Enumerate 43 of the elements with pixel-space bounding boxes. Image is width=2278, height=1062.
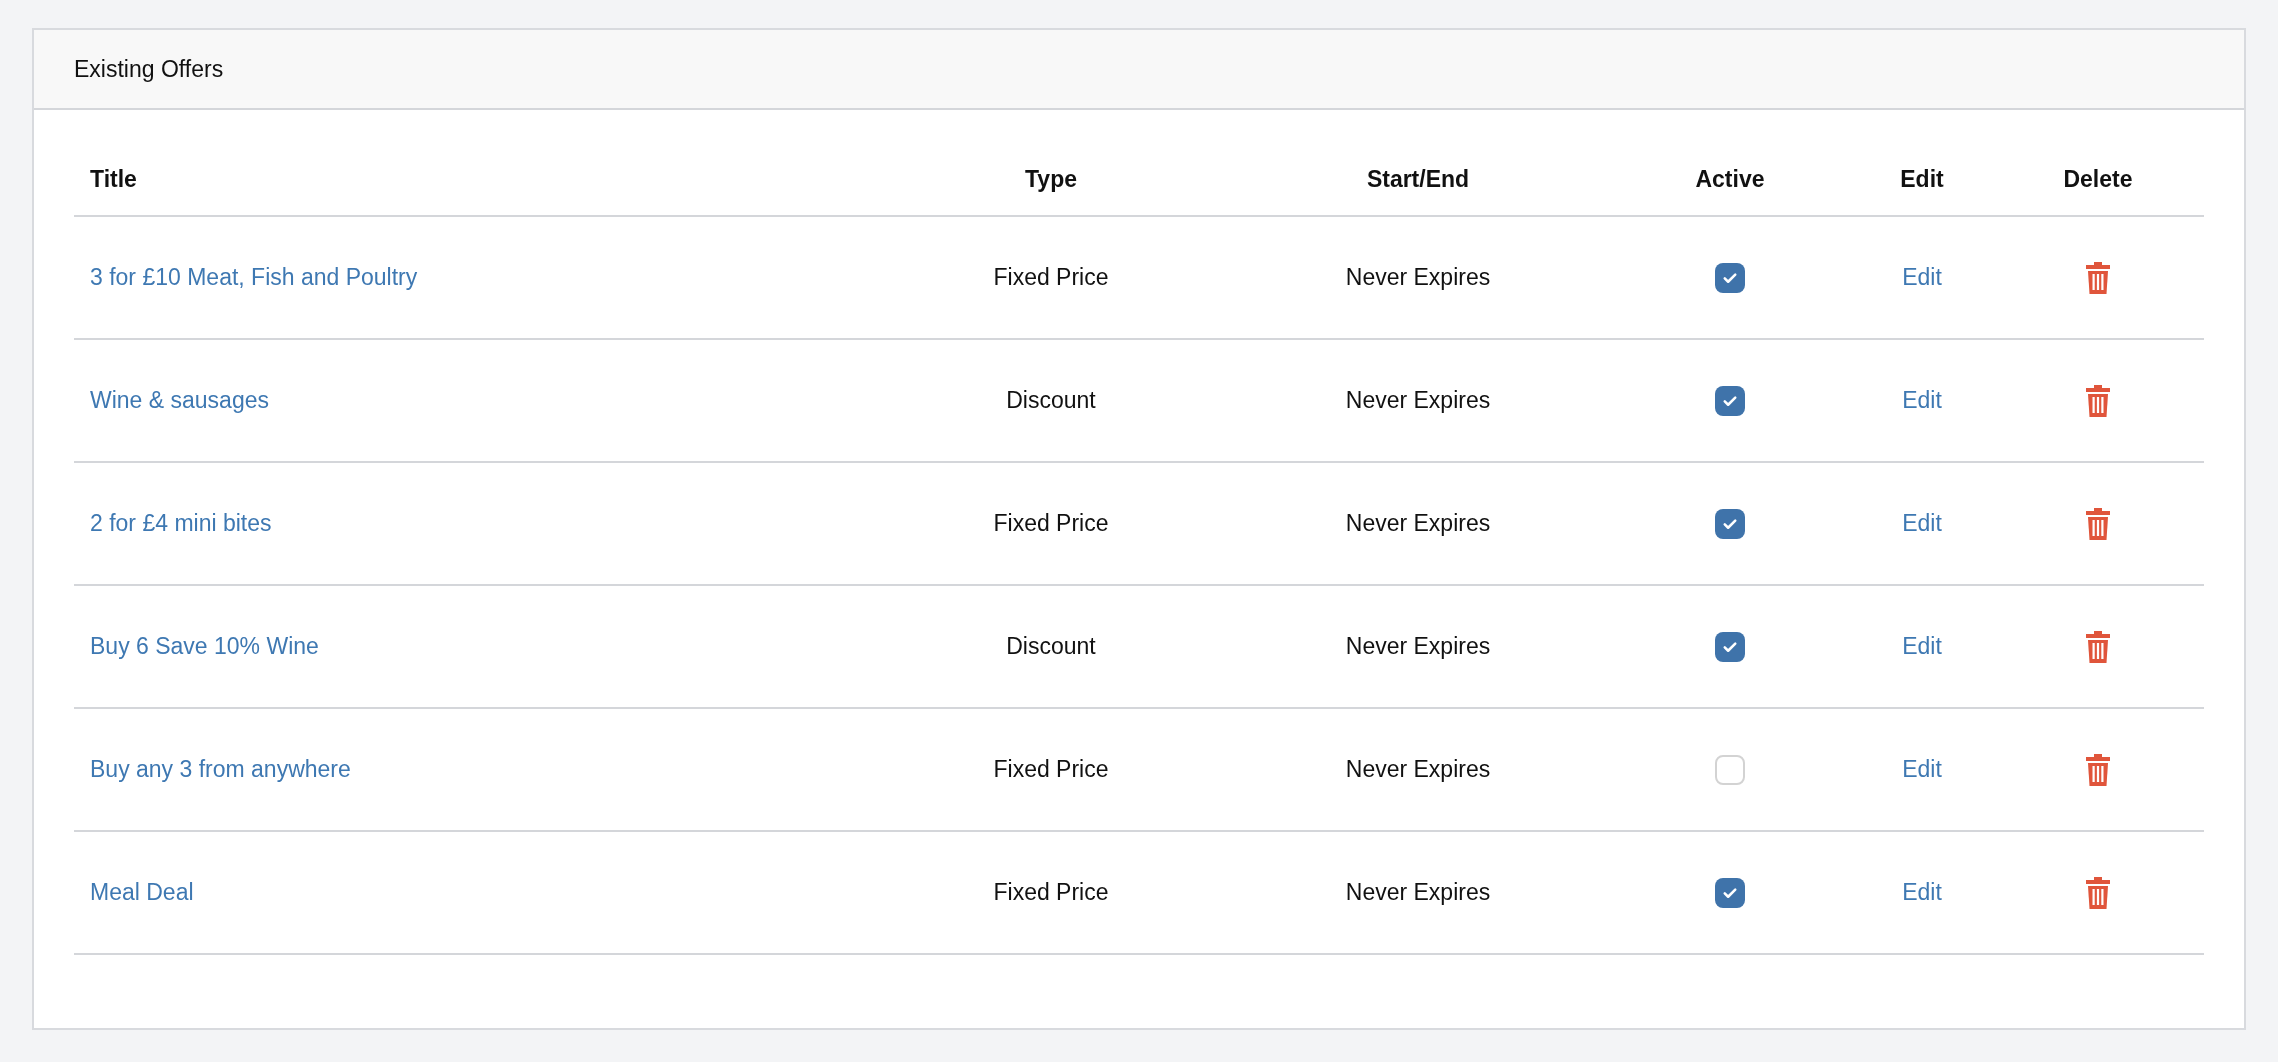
trash-icon[interactable] (2085, 383, 2111, 418)
active-checkbox[interactable] (1715, 262, 1745, 293)
table-cell: Fixed Price (993, 879, 1109, 906)
table-cell: Never Expires (1345, 387, 1491, 414)
active-checkbox[interactable] (1715, 385, 1745, 416)
column-header: Type (1024, 166, 1078, 193)
table-cell: Never Expires (1345, 633, 1491, 660)
table-cell: Discount (1006, 633, 1096, 660)
panel-title: Existing Offers (74, 55, 224, 83)
offer-title-link[interactable]: 3 for £10 Meat, Fish and Poultry (90, 264, 418, 291)
edit-link[interactable]: Edit (1902, 879, 1942, 906)
table-cell: Fixed Price (993, 756, 1109, 783)
column-header: Active (1694, 166, 1766, 193)
trash-icon[interactable] (2085, 506, 2111, 541)
trash-icon[interactable] (2085, 260, 2111, 295)
offer-title-link[interactable]: Wine & sausages (90, 387, 269, 414)
trash-icon[interactable] (2085, 752, 2111, 787)
offer-title-link[interactable]: Meal Deal (90, 879, 194, 906)
table-cell: Fixed Price (993, 510, 1109, 537)
column-header: Start/End (1365, 166, 1471, 193)
table-cell: Never Expires (1345, 264, 1491, 291)
column-header: Delete (2062, 166, 2134, 193)
edit-link[interactable]: Edit (1902, 387, 1942, 414)
table-cell: Discount (1006, 387, 1096, 414)
column-header: Edit (1899, 166, 1945, 193)
offer-title-link[interactable]: Buy any 3 from anywhere (90, 756, 351, 783)
trash-icon[interactable] (2085, 875, 2111, 910)
edit-link[interactable]: Edit (1902, 510, 1942, 537)
offer-title-link[interactable]: 2 for £4 mini bites (90, 510, 272, 537)
edit-link[interactable]: Edit (1902, 264, 1942, 291)
active-checkbox[interactable] (1715, 754, 1745, 785)
table-cell: Never Expires (1345, 510, 1491, 537)
active-checkbox[interactable] (1715, 508, 1745, 539)
trash-icon[interactable] (2085, 629, 2111, 664)
edit-link[interactable]: Edit (1902, 633, 1942, 660)
active-checkbox[interactable] (1715, 631, 1745, 662)
table-cell: Never Expires (1345, 879, 1491, 906)
table-cell: Fixed Price (993, 264, 1109, 291)
edit-link[interactable]: Edit (1902, 756, 1942, 783)
column-header: Title (89, 166, 138, 193)
offer-title-link[interactable]: Buy 6 Save 10% Wine (90, 633, 319, 660)
active-checkbox[interactable] (1715, 877, 1745, 908)
table-cell: Never Expires (1345, 756, 1491, 783)
